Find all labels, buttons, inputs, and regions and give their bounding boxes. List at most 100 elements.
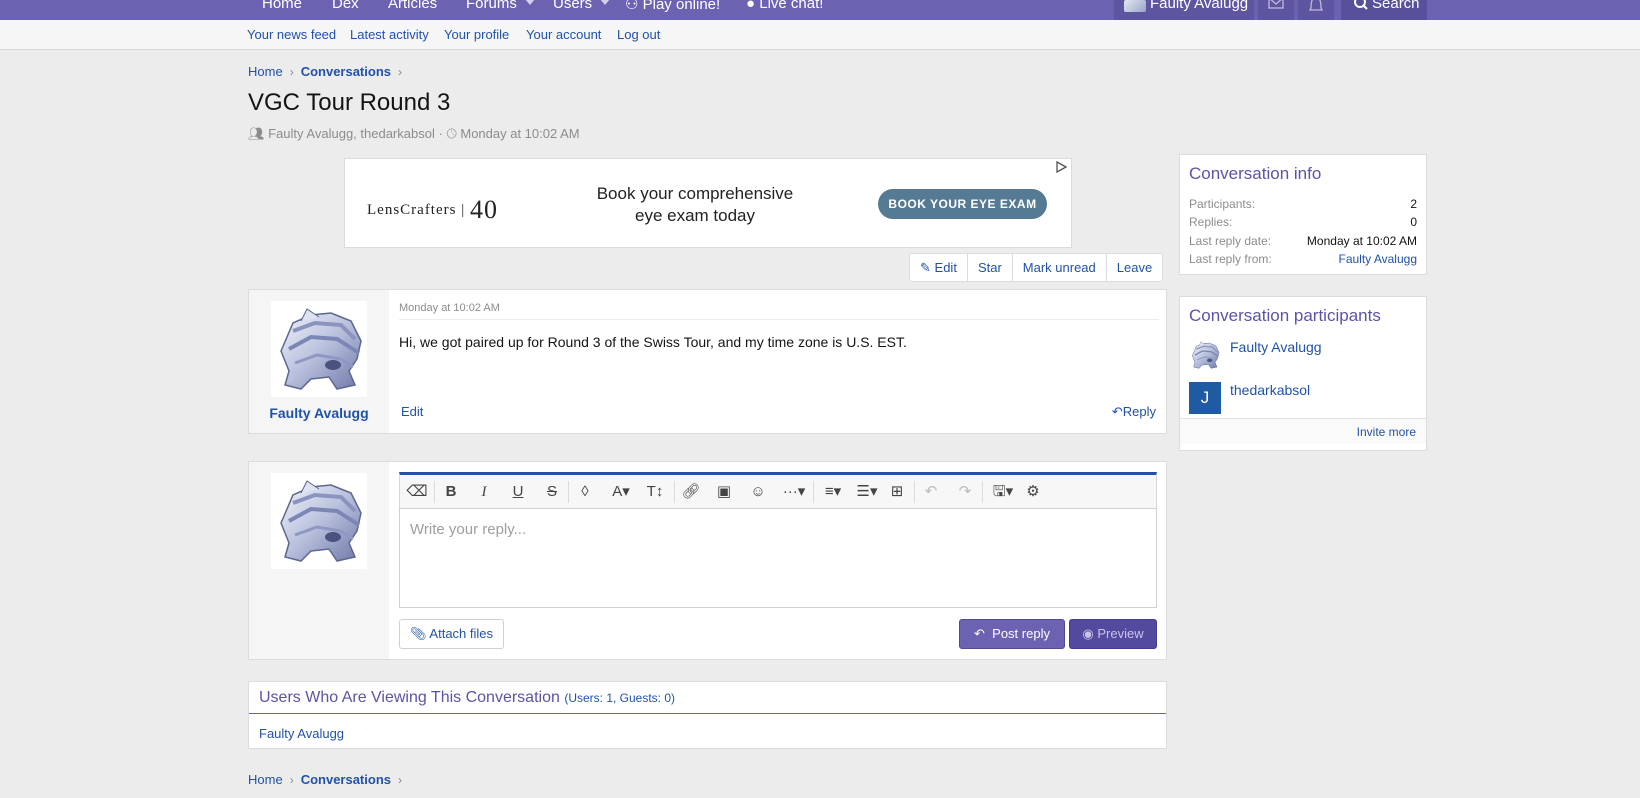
conversation-participants-title: Conversation participants: [1189, 306, 1381, 325]
edit-conversation-button[interactable]: ✎ Edit: [910, 254, 967, 281]
chevron-down-icon[interactable]: [524, 0, 535, 5]
leave-button[interactable]: Leave: [1105, 254, 1162, 281]
info-row-participants: Participants: 2: [1189, 197, 1417, 211]
undo-icon[interactable]: ↶: [920, 481, 942, 503]
chevron-down-icon[interactable]: [600, 0, 611, 5]
list-icon[interactable]: ☰▾: [852, 481, 882, 503]
gear-icon[interactable]: ⚙: [1022, 481, 1044, 503]
color-icon[interactable]: ◊: [574, 481, 596, 503]
invite-more-link[interactable]: Invite more: [1357, 425, 1416, 439]
search-label: Search: [1372, 0, 1420, 12]
viewer-user-link[interactable]: Faulty Avalugg: [259, 726, 344, 741]
breadcrumb-home[interactable]: Home: [248, 64, 283, 79]
paperclip-icon: 📎︎: [410, 626, 427, 641]
message-reply-button[interactable]: ↶Reply: [1112, 404, 1156, 420]
participant-name[interactable]: Faulty Avalugg: [1230, 339, 1322, 355]
avatar: [271, 473, 367, 569]
strikethrough-icon[interactable]: S: [541, 481, 563, 503]
chat-icon: ●: [746, 0, 756, 12]
meta-date: Monday at 10:02 AM: [460, 126, 580, 141]
star-button[interactable]: Star: [966, 254, 1012, 281]
chevron-right-icon: ›: [289, 65, 294, 79]
attach-files-button[interactable]: 📎︎ Attach files: [399, 619, 505, 649]
ad-cta-button[interactable]: BOOK YOUR EYE EXAM: [878, 189, 1047, 219]
pencil-icon: ✎: [920, 260, 931, 275]
inbox-button[interactable]: [1258, 0, 1294, 20]
font-size-icon[interactable]: T↕: [640, 481, 670, 503]
info-value-link[interactable]: Faulty Avalugg: [1339, 252, 1418, 266]
advertisement-banner[interactable]: LensCrafters | 40 Book your comprehensiv…: [344, 158, 1072, 248]
avatar[interactable]: J: [1189, 382, 1221, 414]
preview-button[interactable]: ◉ Preview: [1069, 619, 1157, 649]
subnav-latest-activity[interactable]: Latest activity: [350, 27, 429, 42]
adchoices-icon[interactable]: [1055, 161, 1067, 173]
participant-name[interactable]: thedarkabsol: [1230, 382, 1310, 398]
attach-label: Attach files: [429, 626, 494, 641]
meta-separator: ·: [438, 126, 443, 141]
more-options-icon[interactable]: ···▾: [779, 481, 809, 503]
info-label: Participants:: [1189, 197, 1256, 211]
post-reply-label: Post reply: [992, 626, 1050, 641]
image-icon[interactable]: ▣: [713, 481, 735, 503]
toolbar-divider: [674, 481, 675, 503]
nav-live-chat-label: Live chat!: [759, 0, 824, 12]
viewers-heading: Users Who Are Viewing This Conversation …: [259, 689, 675, 707]
eye-icon: ◉: [1082, 626, 1094, 641]
italic-icon[interactable]: I: [473, 481, 495, 503]
nav-live-chat[interactable]: ● Live chat!: [746, 0, 823, 12]
link-icon[interactable]: 🔗︎: [680, 481, 702, 503]
redo-icon[interactable]: ↷: [954, 481, 976, 503]
subnav-news-feed[interactable]: Your news feed: [247, 27, 336, 42]
eraser-icon[interactable]: ⌫: [406, 481, 428, 503]
preview-label: Preview: [1097, 626, 1144, 641]
nav-forums[interactable]: Forums: [466, 0, 535, 12]
nav-home[interactable]: Home: [262, 0, 302, 12]
nav-users[interactable]: Users: [553, 0, 611, 12]
subnav-your-profile[interactable]: Your profile: [444, 27, 509, 42]
nav-play-online[interactable]: ⚇ Play online!: [625, 0, 720, 13]
alerts-button[interactable]: [1298, 0, 1334, 20]
reply-placeholder: Write your reply...: [410, 521, 527, 538]
account-menu[interactable]: Faulty Avalugg: [1114, 0, 1254, 20]
nav-play-online-label: Play online!: [642, 0, 721, 13]
mark-unread-button[interactable]: Mark unread: [1011, 254, 1106, 281]
avatar[interactable]: [1189, 339, 1221, 371]
clock-icon: 🕓︎: [446, 126, 457, 141]
ad-copy-line1: Book your comprehensive: [596, 184, 794, 203]
toolbar-divider: [568, 481, 569, 503]
avatar[interactable]: [271, 301, 367, 397]
viewers-counts: (Users: 1, Guests: 0): [564, 691, 676, 705]
smiley-icon[interactable]: ☺: [747, 481, 769, 503]
ad-logo-number: 40: [469, 195, 498, 224]
info-value: 0: [1410, 215, 1417, 229]
font-family-icon[interactable]: A▾: [606, 481, 636, 503]
avatar: [1124, 0, 1146, 12]
align-icon[interactable]: ≡▾: [818, 481, 848, 503]
message-author[interactable]: Faulty Avalugg: [249, 405, 389, 421]
info-value: 2: [1410, 197, 1417, 211]
bold-icon[interactable]: B: [440, 481, 462, 503]
table-icon[interactable]: ⊞: [886, 481, 908, 503]
chevron-right-icon: ›: [398, 773, 402, 787]
reply-textarea[interactable]: Write your reply...: [399, 508, 1157, 608]
breadcrumb-conversations[interactable]: Conversations: [301, 772, 391, 787]
page-title: VGC Tour Round 3: [248, 89, 451, 116]
nav-articles[interactable]: Articles: [388, 0, 437, 12]
breadcrumb-home[interactable]: Home: [248, 772, 283, 787]
post-reply-button[interactable]: ↶ Post reply: [959, 619, 1065, 649]
message-edit-link[interactable]: Edit: [401, 404, 423, 419]
subnav-your-account[interactable]: Your account: [526, 27, 601, 42]
info-value: Monday at 10:02 AM: [1306, 234, 1417, 248]
search-button[interactable]: Search: [1341, 0, 1427, 20]
nav-dex[interactable]: Dex: [332, 0, 359, 12]
subnav-log-out[interactable]: Log out: [617, 27, 660, 42]
toolbar-divider: [813, 481, 814, 503]
breadcrumb-conversations[interactable]: Conversations: [301, 64, 391, 79]
toolbar-divider: [982, 481, 983, 503]
message-date[interactable]: Monday at 10:02 AM: [399, 302, 1159, 320]
drafts-icon[interactable]: 🖫︎▾: [988, 481, 1018, 503]
info-label: Last reply from:: [1189, 252, 1272, 266]
ad-logo-text: LensCrafters: [367, 202, 457, 218]
message-body: Hi, we got paired up for Round 3 of the …: [399, 334, 907, 350]
underline-icon[interactable]: U: [507, 481, 529, 503]
